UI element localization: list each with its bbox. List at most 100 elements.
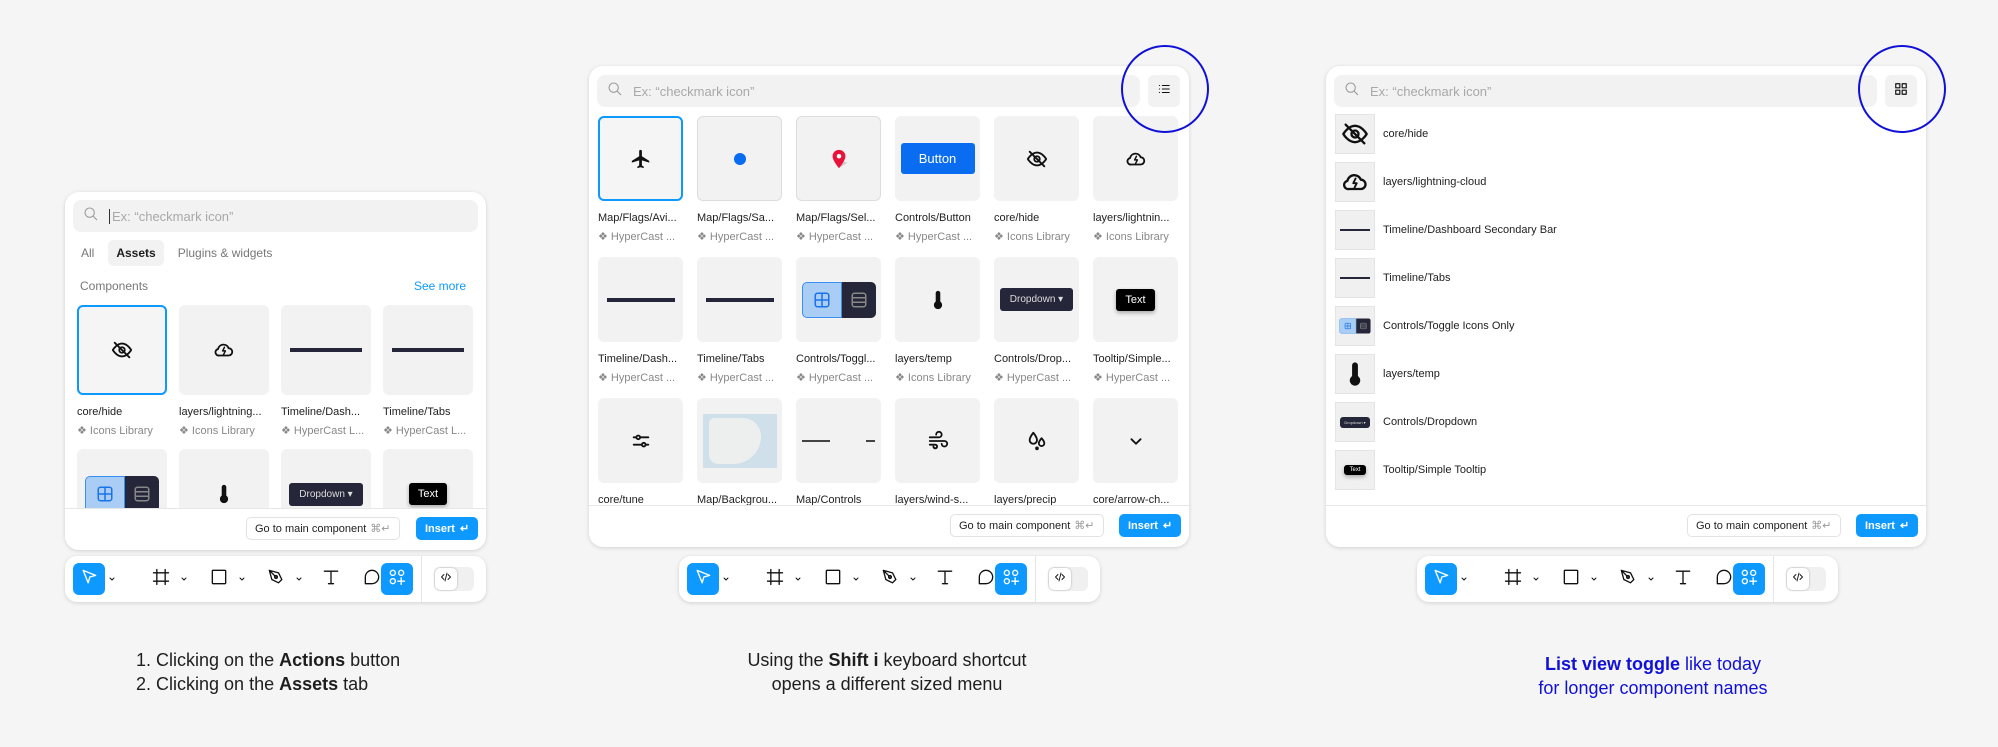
list-item[interactable]: Text Tooltip/Simple Tooltip — [1335, 448, 1486, 492]
move-tool-menu-chevron[interactable] — [1457, 563, 1471, 595]
rectangle-tool-button[interactable] — [203, 563, 235, 595]
search-icon — [1344, 81, 1360, 102]
chevron-down-icon — [794, 570, 802, 588]
list-thumbnail — [1335, 162, 1375, 202]
rectangle-tool-button[interactable] — [1555, 563, 1587, 595]
map-preview — [702, 413, 777, 468]
list-item[interactable]: Timeline/Dashboard Secondary Bar — [1335, 208, 1557, 252]
chevron-down-icon — [1647, 570, 1655, 588]
bar-preview — [1339, 277, 1371, 279]
actions-tool-button[interactable] — [381, 563, 413, 595]
frame-tool-menu-chevron[interactable] — [177, 563, 191, 595]
tile-thumbnail — [179, 305, 269, 395]
search-field[interactable] — [1334, 75, 1877, 107]
frame-icon — [151, 567, 171, 592]
component-icon: ❖ — [179, 425, 189, 437]
text-icon — [935, 567, 955, 592]
tile-thumbnail — [697, 398, 782, 483]
list-item-name: Timeline/Tabs — [1383, 272, 1451, 284]
rectangle-tool-menu-chevron[interactable] — [1587, 563, 1601, 595]
move-tool-button[interactable] — [73, 563, 105, 595]
tile-library: ❖ HyperCast ... — [895, 231, 973, 243]
caption-bold: Assets — [279, 674, 339, 694]
frame-tool-menu-chevron[interactable] — [1529, 563, 1543, 595]
text-tool-button[interactable] — [315, 563, 347, 595]
see-more-link[interactable]: See more — [414, 279, 466, 293]
panel-footer: Go to main component ⌘↵ Insert ↵ — [1326, 505, 1926, 547]
tab-plugins-widgets[interactable]: Plugins & widgets — [170, 240, 281, 266]
actions-tool-button[interactable] — [1733, 563, 1765, 595]
list-item-name: layers/lightning-cloud — [1383, 176, 1487, 188]
move-tool-menu-chevron[interactable] — [719, 563, 733, 595]
insert-button[interactable]: Insert ↵ — [416, 517, 479, 540]
component-icon: ❖ — [994, 372, 1004, 384]
dev-mode-toggle[interactable] — [434, 567, 474, 591]
search-field[interactable] — [597, 75, 1140, 107]
pen-tool-button[interactable] — [1612, 563, 1644, 595]
go-to-main-component-button[interactable]: Go to main component ⌘↵ — [950, 514, 1104, 537]
frame-tool-button[interactable] — [1497, 563, 1529, 595]
move-tool-button[interactable] — [1425, 563, 1457, 595]
list-item[interactable]: layers/temp — [1335, 352, 1440, 396]
shortcut-hint: ⌘↵ — [1074, 520, 1095, 532]
tile-thumbnail: Button — [895, 116, 980, 201]
tile-thumbnail — [1093, 398, 1178, 483]
tile-name: Map/Flags/Sa... — [697, 212, 775, 224]
insert-button[interactable]: Insert ↵ — [1119, 514, 1182, 537]
tile-thumbnail — [383, 305, 473, 395]
text-tool-button[interactable] — [1667, 563, 1699, 595]
chevron-down-icon — [238, 570, 246, 588]
insert-button[interactable]: Insert ↵ — [1856, 514, 1919, 537]
dev-mode-toggle[interactable] — [1786, 567, 1826, 591]
dev-mode-toggle[interactable] — [1048, 567, 1088, 591]
frame-tool-menu-chevron[interactable] — [791, 563, 805, 595]
pen-tool-menu-chevron[interactable] — [292, 563, 306, 595]
move-tool-menu-chevron[interactable] — [105, 563, 119, 595]
go-to-main-component-button[interactable]: Go to main component ⌘↵ — [246, 517, 400, 540]
tile-name: Controls/Drop... — [994, 353, 1072, 365]
toolbar — [1417, 556, 1838, 602]
comment-icon — [1714, 567, 1734, 592]
tile-name: Map/Flags/Sel... — [796, 212, 876, 224]
search-input[interactable] — [109, 208, 409, 224]
go-to-main-component-button[interactable]: Go to main component ⌘↵ — [1687, 514, 1841, 537]
actions-tool-button[interactable] — [995, 563, 1027, 595]
rectangle-tool-menu-chevron[interactable] — [235, 563, 249, 595]
tile-thumbnail — [796, 398, 881, 483]
pen-tool-button[interactable] — [260, 563, 292, 595]
text-icon — [321, 567, 341, 592]
tile-library: ❖ HyperCast ... — [796, 231, 874, 243]
bar-preview — [392, 348, 464, 352]
list-item[interactable]: Controls/Toggle Icons Only — [1335, 304, 1514, 348]
list-item[interactable]: Dropdown ▾ Controls/Dropdown — [1335, 400, 1477, 444]
list-item-name: Controls/Toggle Icons Only — [1383, 320, 1515, 332]
tile-thumbnail — [598, 398, 683, 483]
comment-icon — [362, 567, 382, 592]
component-icon: ❖ — [1093, 231, 1103, 243]
move-icon — [1431, 567, 1451, 592]
bar-preview — [290, 348, 362, 352]
insert-label: Insert — [1865, 519, 1895, 532]
rectangle-tool-button[interactable] — [817, 563, 849, 595]
list-item[interactable]: core/hide — [1335, 112, 1428, 156]
tab-assets[interactable]: Assets — [108, 240, 164, 266]
search-input[interactable] — [633, 83, 933, 99]
actions-icon — [387, 567, 407, 592]
frame-tool-button[interactable] — [145, 563, 177, 595]
tile-name: layers/lightning... — [179, 406, 262, 418]
list-item[interactable]: layers/lightning-cloud — [1335, 160, 1486, 204]
dropdown-preview: Dropdown ▾ — [289, 482, 363, 506]
rectangle-tool-menu-chevron[interactable] — [849, 563, 863, 595]
pen-tool-menu-chevron[interactable] — [1644, 563, 1658, 595]
move-tool-button[interactable] — [687, 563, 719, 595]
frame-tool-button[interactable] — [759, 563, 791, 595]
component-icon: ❖ — [994, 231, 1004, 243]
search-field[interactable] — [73, 200, 478, 232]
text-tool-button[interactable] — [929, 563, 961, 595]
pen-tool-button[interactable] — [874, 563, 906, 595]
tab-all[interactable]: All — [73, 240, 102, 266]
pen-tool-menu-chevron[interactable] — [906, 563, 920, 595]
tile-thumbnail — [697, 257, 782, 342]
search-input[interactable] — [1370, 83, 1670, 99]
list-item[interactable]: Timeline/Tabs — [1335, 256, 1450, 300]
